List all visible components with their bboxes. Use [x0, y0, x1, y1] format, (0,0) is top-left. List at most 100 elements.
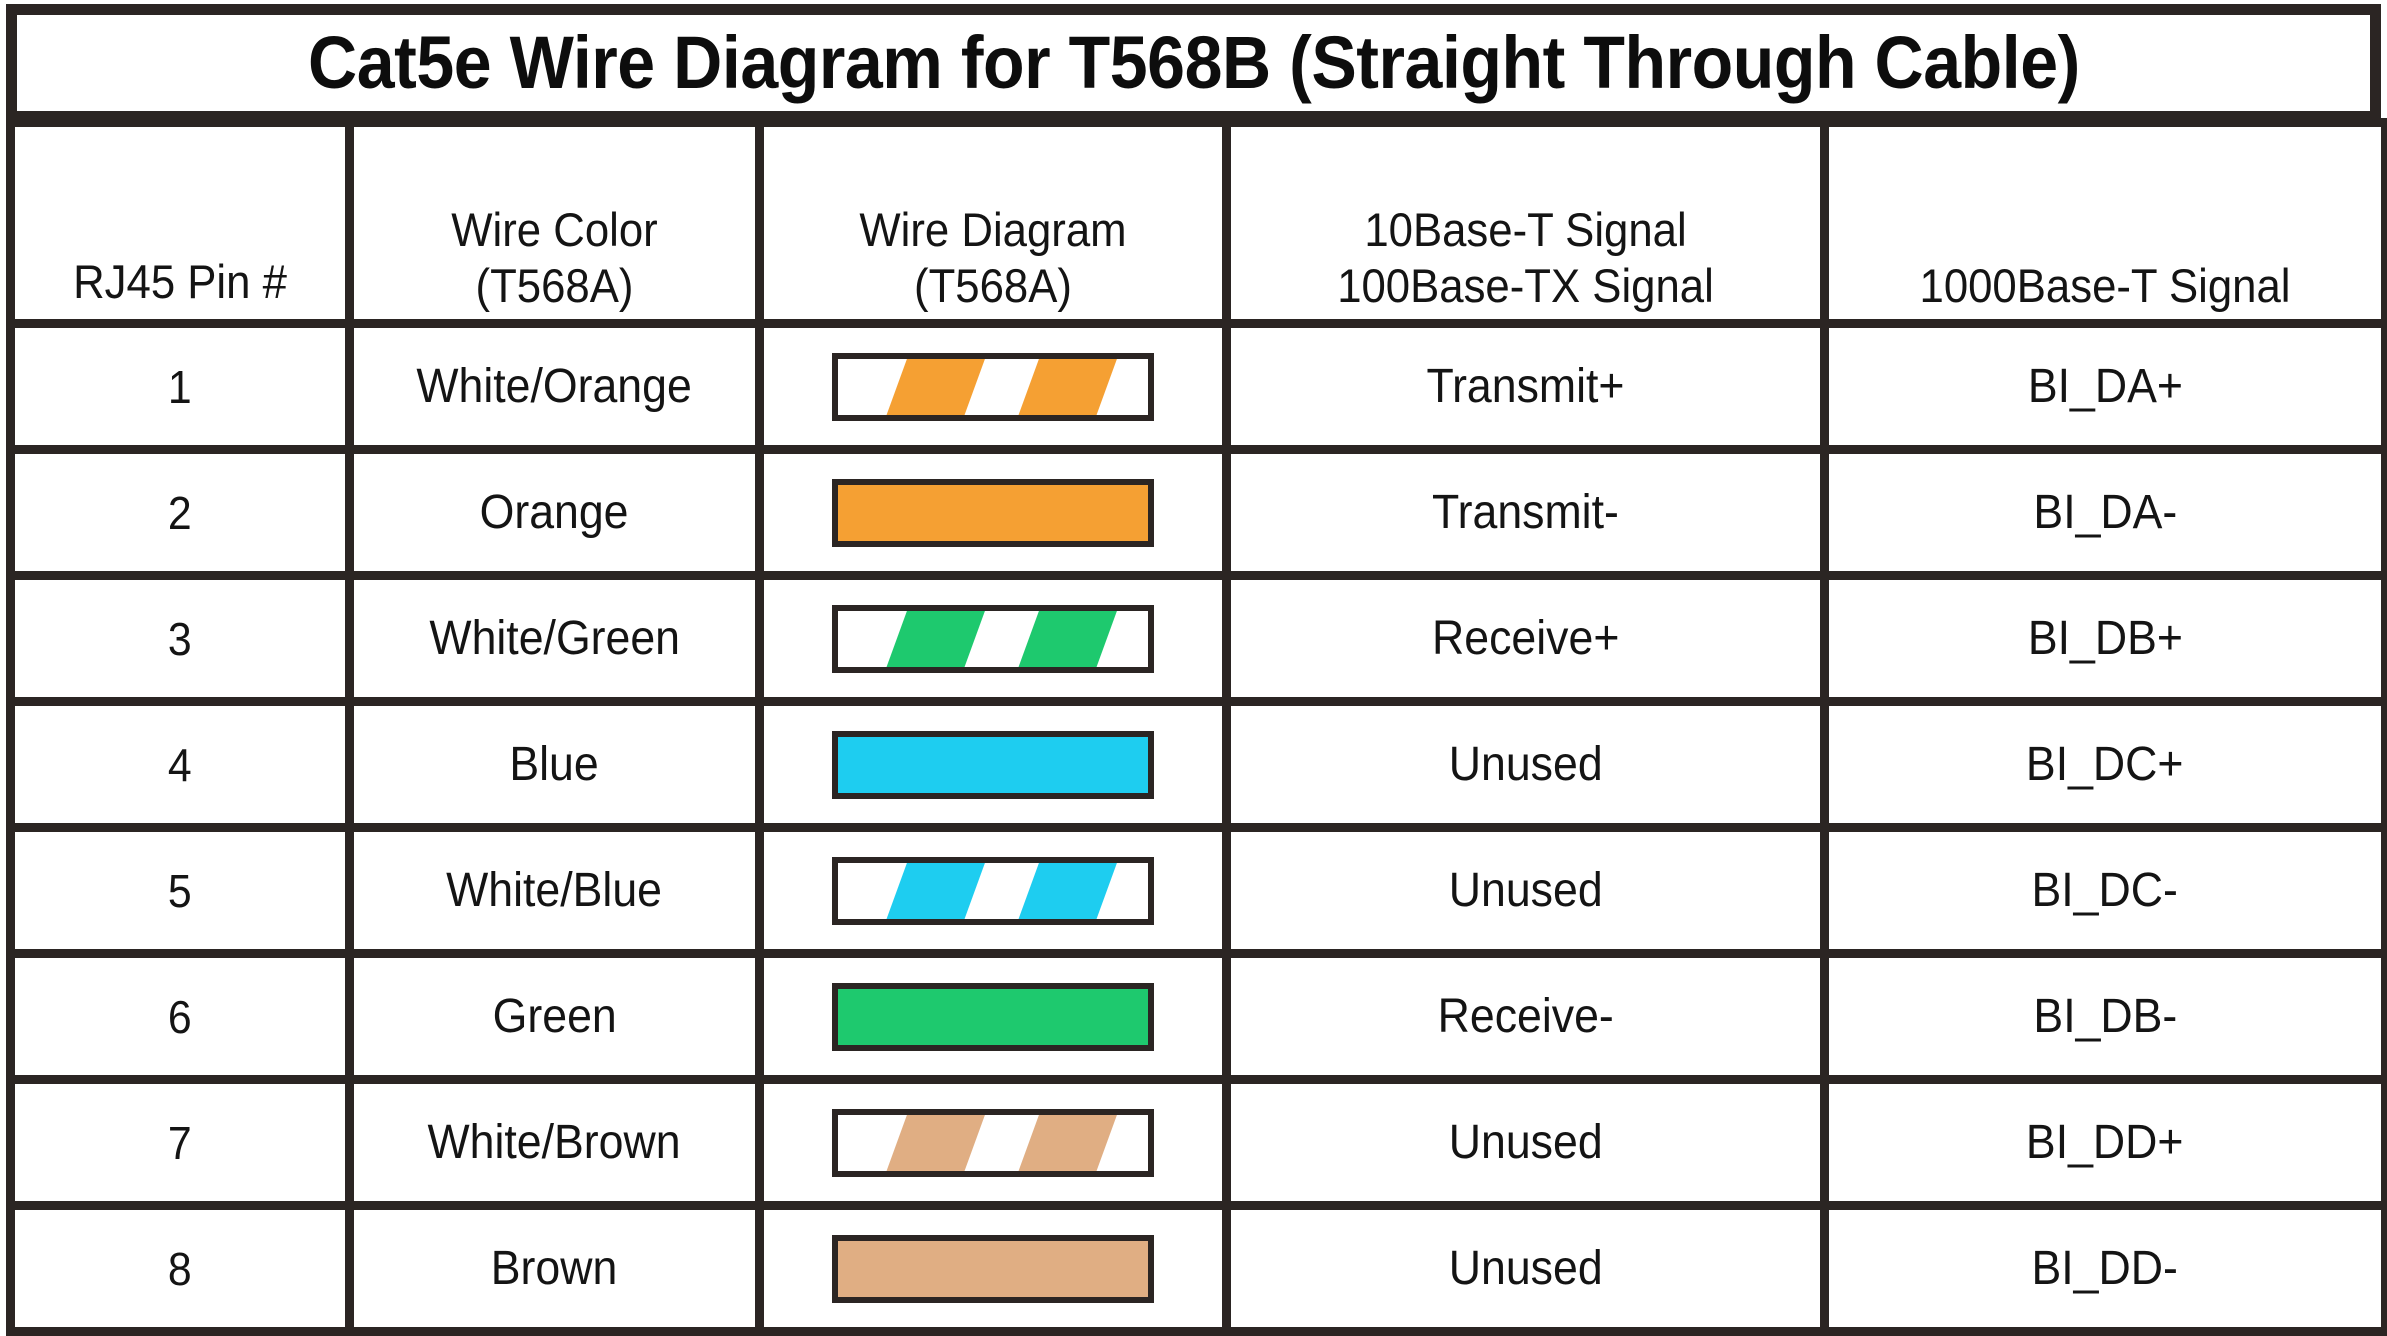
column-header-wire-diagram-line2: (T568A): [914, 258, 1072, 312]
column-header-signal-10-100: 10Base-T Signal 100Base-TX Signal: [1222, 118, 1829, 328]
cell-wire-color: Brown: [345, 1201, 764, 1336]
cell-pin-number: 7: [6, 1075, 354, 1210]
cell-wire-diagram: [755, 949, 1231, 1084]
table-row: 5 White/Blue Unused BI_DC-: [6, 823, 2387, 958]
cell-wire-color: Green: [345, 949, 764, 1084]
cell-wire-color: White/Brown: [345, 1075, 764, 1210]
cell-wire-diagram: [755, 571, 1231, 706]
column-header-wire-color-line2: (T568A): [475, 258, 634, 312]
cell-signal-1000: BI_DC-: [1820, 823, 2387, 958]
cell-wire-color: White/Orange: [345, 319, 764, 454]
cell-wire-diagram: [755, 823, 1231, 958]
column-header-wire-color-line1: Wire Color: [451, 203, 658, 257]
wire-color-text: White/Brown: [427, 1115, 682, 1169]
column-header-wire-color: Wire Color (T568A): [345, 118, 764, 328]
cell-pin-number: 1: [6, 319, 354, 454]
wire-color-text: Orange: [480, 485, 629, 539]
signal-1000-text: BI_DB+: [2027, 611, 2183, 665]
wire-base-fill: [838, 1240, 1148, 1297]
wire-color-text: White/Blue: [446, 863, 663, 917]
pin-number-text: 5: [168, 864, 192, 917]
cell-signal-10-100: Unused: [1222, 1201, 1829, 1336]
signal-1000-text: BI_DC-: [2031, 863, 2179, 917]
signal-1000-text: BI_DB-: [2033, 989, 2177, 1043]
cell-signal-10-100: Unused: [1222, 697, 1829, 832]
signal-10-100-text: Unused: [1448, 1241, 1603, 1295]
cell-signal-10-100: Transmit+: [1222, 319, 1829, 454]
column-header-signal-10-100-line2: 100Base-TX Signal: [1337, 258, 1714, 312]
signal-10-100-text: Receive+: [1431, 611, 1620, 665]
cell-wire-diagram: [755, 319, 1231, 454]
cell-wire-diagram: [755, 1075, 1231, 1210]
pin-number-text: 6: [168, 990, 192, 1043]
signal-1000-text: BI_DD+: [2026, 1115, 2184, 1169]
cell-wire-diagram: [755, 1201, 1231, 1336]
column-header-signal-1000-line1: 1000Base-T Signal: [1919, 258, 2291, 312]
cell-wire-color: White/Green: [345, 571, 764, 706]
wire-color-text: Blue: [509, 737, 600, 791]
cell-signal-10-100: Receive-: [1222, 949, 1829, 1084]
page-title: Cat5e Wire Diagram for T568B (Straight T…: [307, 21, 2080, 104]
column-header-pin: RJ45 Pin #: [6, 118, 354, 328]
cell-signal-10-100: Unused: [1222, 1075, 1829, 1210]
cell-wire-color: Blue: [345, 697, 764, 832]
cell-pin-number: 8: [6, 1201, 354, 1336]
table-row: 1 White/Orange Transmit+ BI_DA+: [6, 319, 2387, 454]
wiring-diagram-sheet: Cat5e Wire Diagram for T568B (Straight T…: [0, 0, 2387, 1336]
signal-1000-text: BI_DA+: [2027, 359, 2183, 413]
cell-pin-number: 5: [6, 823, 354, 958]
signal-1000-text: BI_DD-: [2031, 1241, 2179, 1295]
table-body: 1 White/Orange Transmit+ BI_DA+ 2 Orange Trans…: [6, 319, 2387, 1336]
pin-number-text: 4: [168, 738, 192, 791]
wire-swatch: [832, 856, 1154, 925]
cell-pin-number: 3: [6, 571, 354, 706]
wire-swatch: [832, 478, 1154, 547]
signal-10-100-text: Transmit-: [1432, 485, 1619, 539]
cell-signal-1000: BI_DA+: [1820, 319, 2387, 454]
pin-number-text: 2: [168, 486, 192, 539]
column-header-wire-diagram-line1: Wire Diagram: [859, 203, 1127, 257]
table-row: 3 White/Green Receive+ BI_DB+: [6, 571, 2387, 706]
wire-color-text: White/Green: [429, 611, 680, 665]
cell-signal-10-100: Unused: [1222, 823, 1829, 958]
wire-swatch: [832, 1234, 1154, 1303]
table-row: 4 Blue Unused BI_DC+: [6, 697, 2387, 832]
wire-swatch: [832, 982, 1154, 1051]
signal-10-100-text: Unused: [1448, 863, 1603, 917]
diagram-title-bar: Cat5e Wire Diagram for T568B (Straight T…: [6, 4, 2381, 122]
wire-color-text: Brown: [491, 1241, 618, 1295]
table-header-row: RJ45 Pin # Wire Color (T568A) Wire Diagr…: [6, 118, 2387, 328]
wire-swatch: [832, 730, 1154, 799]
cell-wire-diagram: [755, 697, 1231, 832]
column-header-wire-diagram: Wire Diagram (T568A): [755, 118, 1231, 328]
signal-1000-text: BI_DC+: [2026, 737, 2184, 791]
cell-pin-number: 4: [6, 697, 354, 832]
wire-swatch: [832, 604, 1154, 673]
cell-signal-1000: BI_DD-: [1820, 1201, 2387, 1336]
table-row: 2 Orange Transmit- BI_DA-: [6, 445, 2387, 580]
wire-swatch: [832, 1108, 1154, 1177]
column-header-signal-10-100-line1: 10Base-T Signal: [1364, 203, 1687, 257]
wire-base-fill: [838, 736, 1148, 793]
wire-swatch: [832, 352, 1154, 421]
pin-number-text: 3: [168, 612, 192, 665]
wire-color-text: Green: [492, 989, 617, 1043]
wire-base-fill: [838, 988, 1148, 1045]
cell-signal-1000: BI_DB-: [1820, 949, 2387, 1084]
wire-color-text: White/Orange: [416, 359, 693, 413]
wire-base-fill: [838, 484, 1148, 541]
column-header-pin-line1: RJ45 Pin #: [73, 254, 287, 308]
cell-signal-1000: BI_DD+: [1820, 1075, 2387, 1210]
signal-10-100-text: Receive-: [1437, 989, 1614, 1043]
cell-signal-1000: BI_DC+: [1820, 697, 2387, 832]
table-row: 7 White/Brown Unused BI_DD+: [6, 1075, 2387, 1210]
column-header-signal-1000: 1000Base-T Signal: [1820, 118, 2387, 328]
signal-10-100-text: Unused: [1448, 1115, 1603, 1169]
cell-wire-color: White/Blue: [345, 823, 764, 958]
cell-wire-diagram: [755, 445, 1231, 580]
cell-pin-number: 6: [6, 949, 354, 1084]
pin-number-text: 7: [168, 1116, 192, 1169]
pin-number-text: 1: [168, 360, 192, 413]
cell-signal-1000: BI_DA-: [1820, 445, 2387, 580]
cell-signal-10-100: Receive+: [1222, 571, 1829, 706]
